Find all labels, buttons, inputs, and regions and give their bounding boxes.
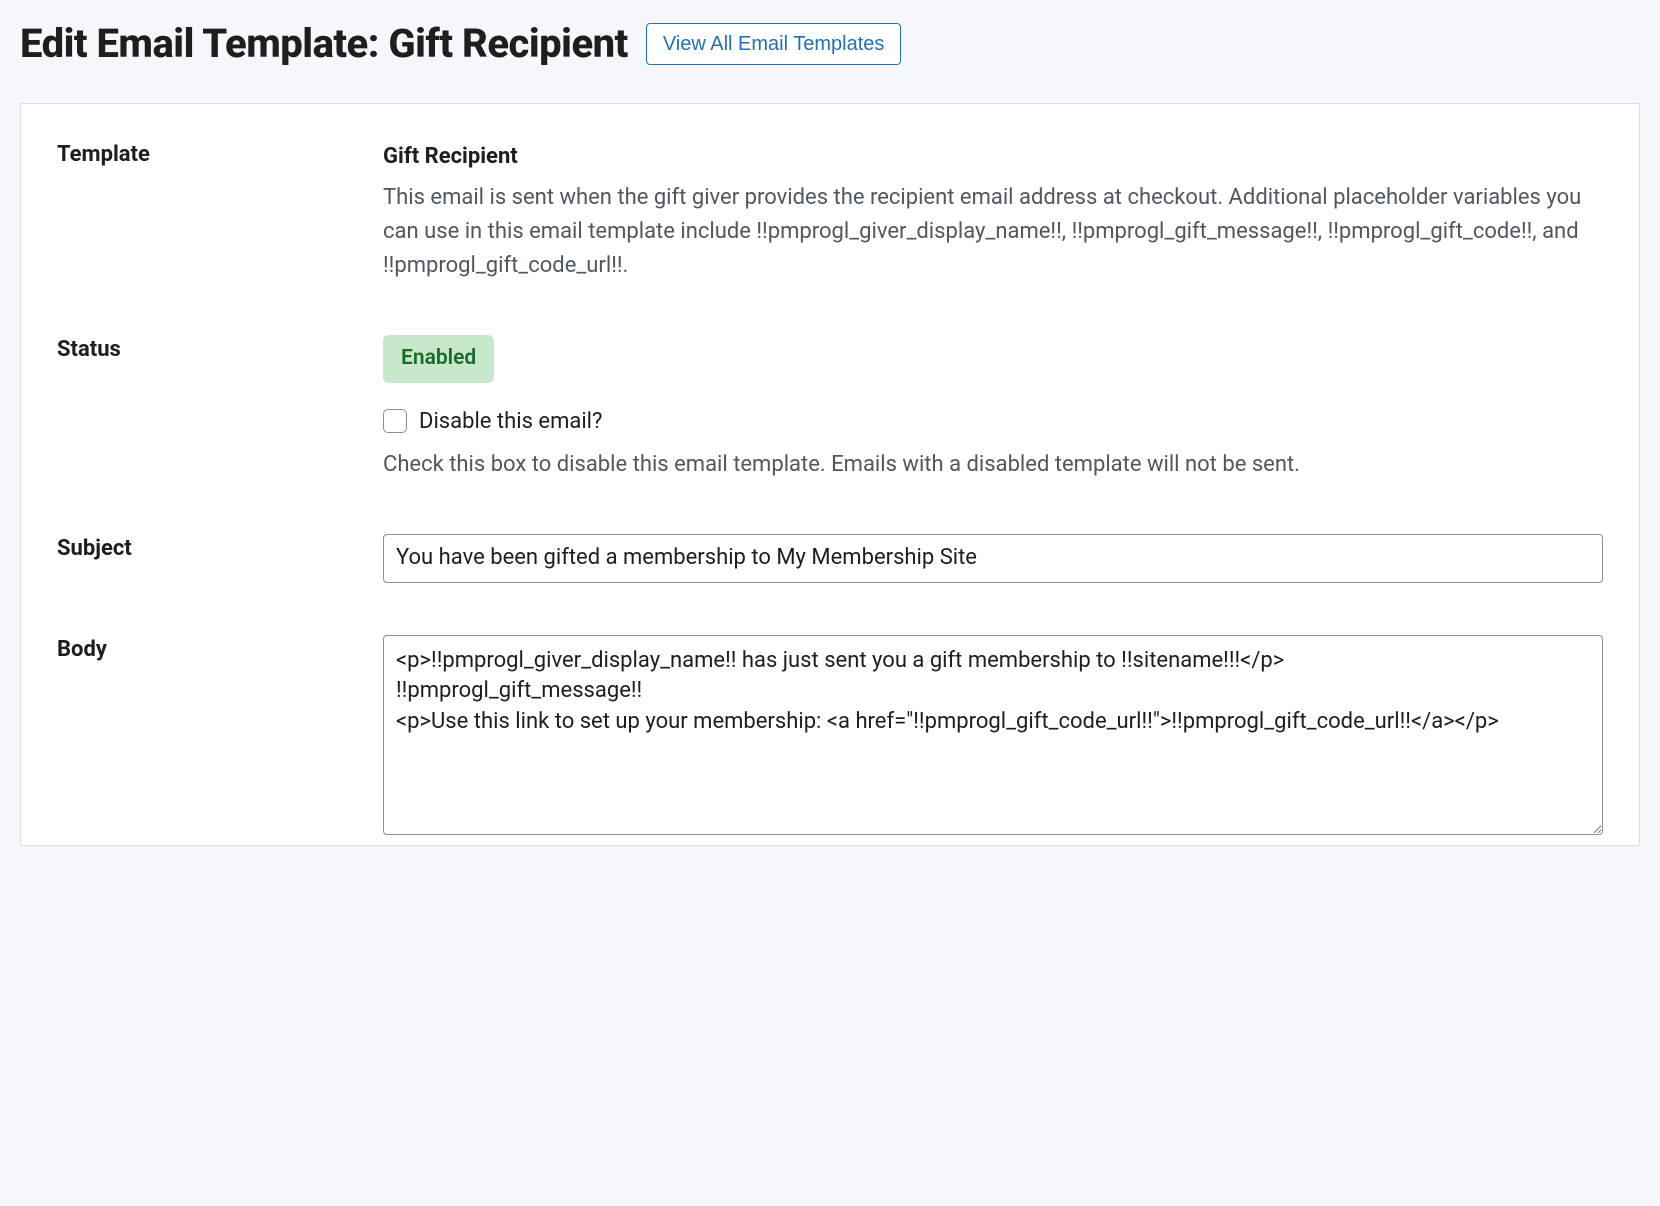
template-name: Gift Recipient <box>383 140 1603 173</box>
status-content: Enabled Disable this email? Check this b… <box>383 335 1603 482</box>
subject-label: Subject <box>57 534 383 561</box>
page-title: Edit Email Template: Gift Recipient <box>20 20 628 67</box>
body-label: Body <box>57 635 383 662</box>
template-row: Template Gift Recipient This email is se… <box>57 140 1603 283</box>
template-label: Template <box>57 140 383 167</box>
subject-content <box>383 534 1603 583</box>
subject-row: Subject <box>57 534 1603 583</box>
template-content: Gift Recipient This email is sent when t… <box>383 140 1603 283</box>
disable-checkbox-row: Disable this email? <box>383 405 1603 438</box>
status-row: Status Enabled Disable this email? Check… <box>57 335 1603 482</box>
disable-email-checkbox-label: Disable this email? <box>419 405 602 438</box>
subject-input[interactable] <box>383 534 1603 583</box>
page-header: Edit Email Template: Gift Recipient View… <box>20 20 1640 67</box>
status-badge: Enabled <box>383 335 494 383</box>
template-description: This email is sent when the gift giver p… <box>383 181 1603 283</box>
status-label: Status <box>57 335 383 362</box>
body-content <box>383 635 1603 845</box>
body-row: Body <box>57 635 1603 845</box>
form-card: Template Gift Recipient This email is se… <box>20 103 1640 846</box>
view-all-templates-button[interactable]: View All Email Templates <box>646 23 902 65</box>
body-textarea[interactable] <box>383 635 1603 835</box>
disable-email-checkbox[interactable] <box>383 409 407 433</box>
status-help-text: Check this box to disable this email tem… <box>383 448 1603 482</box>
